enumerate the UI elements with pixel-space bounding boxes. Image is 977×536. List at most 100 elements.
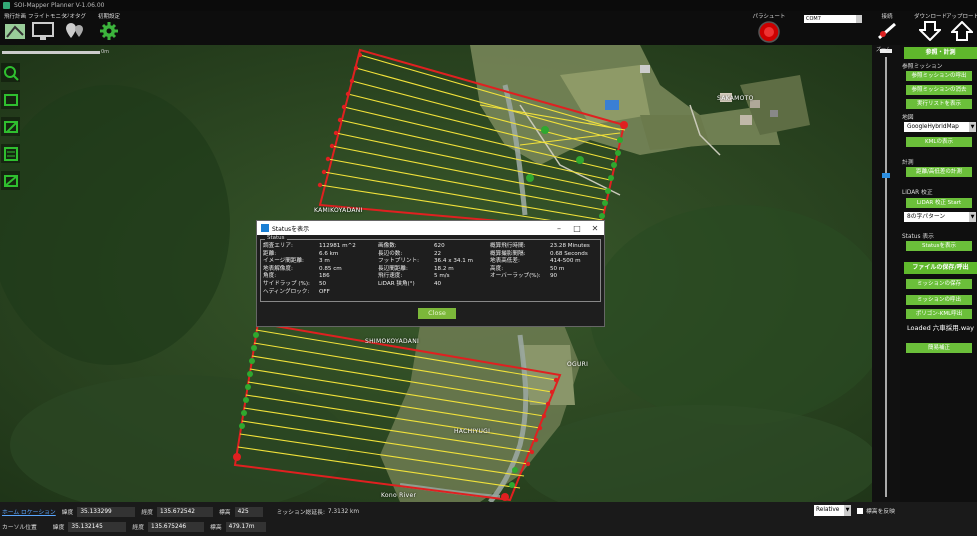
status-field-value: 50 (319, 280, 327, 287)
status-field-label: オーバーラップ(%): (490, 273, 541, 280)
place-label-hachiyugi: HACHIYUGI (454, 428, 491, 435)
cursor-position-label: カーソル位置 (2, 525, 37, 531)
com-port-select[interactable]: COM7 (804, 15, 862, 23)
com-port-value: COM7 (806, 16, 821, 22)
status-field-value: 50 m (550, 265, 565, 272)
reflect-altitude-checkbox[interactable]: 標高を反映 (857, 506, 895, 515)
status-field-value: 23.28 Minutes (550, 243, 590, 249)
settings-button[interactable]: 初期設定 (94, 13, 124, 41)
status-row: 地表解像度: 0.85 cm 長辺間距離: 18.2 m 高度: 50 m (263, 266, 599, 274)
lidar-pattern-select[interactable]: 8の字パターン ▼ (904, 212, 976, 222)
status-field-value: 186 (319, 273, 330, 280)
mission-distance-label: ミッション総延長: (276, 510, 325, 516)
status-field-value: 90 (550, 273, 558, 280)
status-field-value: 0.68 Seconds (550, 250, 588, 257)
zoom-track[interactable] (885, 57, 887, 497)
maximize-icon[interactable]: □ (568, 224, 586, 233)
polygon-kml-button[interactable]: ポリゴン-KML呼出 (906, 309, 972, 319)
clear-tool-button[interactable] (1, 171, 20, 190)
status-field-value: 3 m (319, 258, 330, 265)
polygon-edit-icon (3, 120, 18, 133)
measure-button[interactable]: 距離/高低差の計測 (906, 167, 972, 177)
polygon-tool-button[interactable] (1, 117, 20, 136)
section-lidar: LiDAR 校正 (902, 190, 933, 196)
download-button[interactable]: ダウンロード (914, 13, 947, 41)
status-field-label: サイドラップ (%): (263, 280, 310, 287)
list-icon (3, 146, 18, 161)
lidar-start-button[interactable]: LiDAR 校正 Start (906, 198, 972, 208)
close-icon[interactable]: ✕ (586, 224, 604, 233)
status-field-label: 調査エリア: (263, 243, 293, 249)
status-field-value: 5 m/s (434, 273, 450, 280)
map-scale-label: 0m (101, 49, 110, 55)
parachute-icon (758, 21, 780, 43)
home-lon-value: 135.672542 (156, 506, 213, 517)
status-field-value: 6.6 km (319, 250, 339, 257)
section-measure: 計測 (902, 160, 914, 166)
altitude-mode-select[interactable]: Relative ▼ (814, 505, 851, 516)
window-icon (261, 224, 269, 232)
loaded-file-text: Loaded 六車採用.way (907, 324, 974, 332)
plug-icon (878, 22, 896, 40)
close-button[interactable]: Close (418, 308, 456, 319)
status-field-label: フットプリント: (378, 258, 420, 265)
window-titlebar: SOI-Mapper Planner V-1.06.00 (0, 0, 977, 11)
status-field-label: 概算飛行時間: (490, 243, 526, 249)
status-field-value: 18.2 m (434, 265, 454, 272)
cursor-position-row: カーソル位置 緯度 35.132145 経度 135.675246 標高 479… (2, 521, 272, 532)
show-status-button[interactable]: Statusを表示 (906, 241, 972, 251)
section-reference: 参照ミッション (902, 64, 943, 70)
list-tool-button[interactable] (1, 144, 20, 163)
status-row: 距離: 6.6 km 長辺の数: 22 概算撮影間隔: 0.68 Seconds (263, 251, 599, 259)
clear-reference-button[interactable]: 参照ミッションの消去 (906, 85, 972, 95)
home-location-row: ホーム ロケーション 緯度 35.133299 経度 135.672542 標高… (2, 506, 359, 517)
geotag-button[interactable]: ジオタグ (60, 13, 90, 41)
map-zoom-slider[interactable] (2, 51, 100, 54)
kml-button[interactable]: KMLの表示 (906, 137, 972, 147)
status-field-label: ヘディングロック: (263, 288, 310, 295)
map-type-select[interactable]: GoogleHybridMap ▼ (904, 122, 976, 132)
rectangle-tool-button[interactable] (1, 90, 20, 109)
status-field-value: 36.4 x 34.1 m (434, 258, 474, 265)
status-field-label (490, 281, 550, 289)
parachute-button[interactable]: パラシュート (752, 13, 786, 43)
flight-monitor-label: フライトモニタ (28, 14, 67, 20)
checkbox-box[interactable] (857, 507, 863, 514)
connect-button[interactable]: 接続 (872, 13, 902, 41)
place-label-shimokoyadani: SHIMOKOYADANI (365, 338, 420, 345)
load-mission-button[interactable]: ミッションの呼出 (906, 295, 972, 305)
status-row: ヘディングロック: OFF (263, 289, 599, 297)
status-field-label: 角度: (263, 273, 277, 280)
status-field-label: 飛行速度: (378, 273, 403, 280)
status-field-label (378, 289, 434, 297)
show-list-button[interactable]: 実行リストを表示 (906, 99, 972, 109)
correction-button[interactable]: 簡易補正 (906, 343, 972, 353)
save-mission-button[interactable]: ミッションの保存 (906, 279, 972, 289)
geotag-label: ジオタグ (63, 14, 86, 20)
map-side-tools (1, 63, 21, 198)
home-location-link[interactable]: ホーム ロケーション (2, 507, 56, 516)
call-reference-button[interactable]: 参照ミッションの呼出 (906, 71, 972, 81)
place-label-oguri: OGURI (567, 361, 589, 368)
zoom-tool-button[interactable] (1, 63, 20, 82)
mission-distance-value: 7.3132 km (327, 508, 360, 515)
flight-monitor-button[interactable]: フライトモニタ (28, 13, 67, 41)
section-status: Status 表示 (902, 234, 934, 240)
status-field-label: 地表高低差: (490, 258, 520, 265)
minimize-icon[interactable]: – (550, 224, 568, 233)
chevron-down-icon: ▼ (969, 212, 976, 222)
upload-button[interactable]: アップロード (946, 13, 977, 41)
reflect-altitude-label: 標高を反映 (866, 509, 895, 515)
home-lat-value: 35.133299 (77, 506, 136, 517)
flight-plan-button[interactable]: 飛行計画 (0, 13, 30, 41)
zoom-thumb[interactable] (882, 173, 890, 178)
settings-label: 初期設定 (97, 14, 120, 20)
flight-plan-label: 飛行計画 (3, 14, 26, 20)
cursor-lon-label: 経度 (132, 525, 145, 531)
status-field-value: 40 (434, 280, 442, 287)
cursor-alt-label: 標高 (210, 525, 222, 531)
rectangle-icon (3, 93, 18, 106)
place-label-sakamoto: SAKAMOTO (717, 95, 754, 102)
cursor-lon-value: 135.675246 (148, 521, 205, 532)
chevron-down-icon (856, 15, 862, 23)
